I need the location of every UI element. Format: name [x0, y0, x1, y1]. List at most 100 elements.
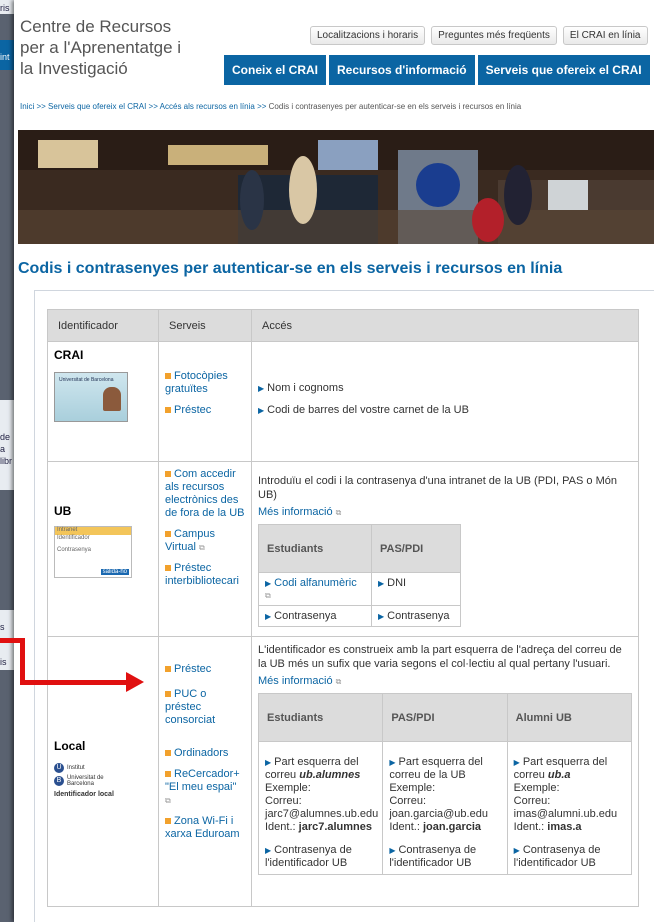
id-name: UB: [54, 504, 72, 518]
sub-header: Estudiants: [258, 524, 372, 573]
external-link-icon: ⧉: [265, 591, 271, 600]
arrow-icon: ▶: [265, 612, 272, 621]
sub-cell: ▶ Contrasenya: [258, 605, 372, 627]
bullet-icon: [165, 750, 171, 757]
breadcrumb-link[interactable]: Serveis que ofereix el CRAI: [48, 102, 146, 111]
logo-line: Centre de Recursos: [20, 17, 172, 36]
service-item[interactable]: Ordinadors: [165, 747, 245, 760]
nav-serveis[interactable]: Serveis que ofereix el CRAI: [477, 55, 650, 85]
example-label: Exemple:: [513, 782, 560, 794]
top-links: Localitzacions i horaris Preguntes més f…: [310, 26, 648, 45]
external-link-icon: ⧉: [335, 677, 342, 686]
access-cell: Introduïu el codi i la contrasenya d'una…: [251, 461, 639, 637]
arrow-icon: ▶: [389, 758, 396, 767]
mail-label: Correu:: [389, 795, 427, 807]
service-item[interactable]: Préstec: [165, 404, 245, 417]
service-label: Campus Virtual: [165, 528, 215, 553]
sub-header: Estudiants: [257, 693, 384, 742]
ident-label: Ident.:: [265, 821, 296, 833]
pw-text: Contrasenya de l'identificador UB: [389, 844, 477, 869]
service-item[interactable]: Com accedir als recursos electrònics des…: [165, 468, 245, 520]
col-acces: Accés: [251, 309, 639, 342]
ident-value: imas.a: [547, 821, 582, 833]
bullet-icon: [165, 691, 171, 698]
page-title: Codis i contrasenyes per autenticar-se e…: [18, 260, 563, 277]
id-cell-ub: UB Intranet Identificador Contrasenya sa…: [47, 461, 159, 637]
more-info[interactable]: Més informació ⧉: [258, 506, 632, 518]
toplink-preguntes[interactable]: Preguntes més freqüents: [431, 26, 557, 45]
service-item[interactable]: PUC o préstec consorciat: [165, 688, 245, 727]
arrow-icon: ▶: [265, 758, 272, 767]
bg-text: s: [0, 622, 5, 632]
services-cell: Fotocòpies gratuïtes Préstec: [158, 341, 252, 462]
more-info-link[interactable]: Més informació: [258, 506, 333, 518]
service-item[interactable]: Zona Wi-Fi i xarxa Eduroam: [165, 815, 245, 841]
local-col-cell: ▶ Part esquerra del correu ub.alumnes Exe…: [257, 741, 384, 875]
mail-label: Correu:: [513, 795, 551, 807]
service-item[interactable]: Préstec interbibliotecari: [165, 562, 245, 588]
service-label: Préstec: [174, 663, 212, 675]
col-serveis: Serveis: [158, 309, 252, 342]
codes-table: Identificador Serveis Accés CRAI Univers…: [47, 309, 639, 907]
service-item[interactable]: ReCercador+ "El meu espai" ⧉: [165, 768, 245, 807]
arrow-icon: ▶: [378, 579, 385, 588]
bullet-icon: [165, 771, 171, 778]
table-row: CRAI Universitat de Barcelona Fotocòpies…: [47, 341, 639, 462]
breadcrumb-link[interactable]: Inici: [20, 102, 34, 111]
crai-page: Centre de Recursos per a l'Aprenentatge …: [14, 0, 654, 922]
bg-text: de: [0, 432, 11, 442]
rule-suffix: ub.alumnes: [299, 769, 361, 781]
annotation-arrow-line: [20, 638, 25, 684]
toplink-crai-en-linia[interactable]: El CRAI en línia: [562, 26, 648, 45]
ident-label: Ident.:: [513, 821, 545, 833]
arrow-icon: ▶: [389, 846, 396, 855]
ident-line: Ident.: imas.a: [514, 821, 625, 834]
arrow-icon: ▶: [265, 846, 272, 855]
local-sub-table: Estudiants PAS/PDI Alumni UB ▶ Part esque…: [257, 693, 633, 875]
nav-coneix[interactable]: Coneix el CRAI: [224, 55, 327, 85]
nav-recursos[interactable]: Recursos d'informació: [329, 55, 475, 85]
intranet-title: Intranet: [55, 527, 131, 535]
services-list: Com accedir als recursos electrònics des…: [165, 468, 245, 588]
bg-text: int: [0, 52, 10, 62]
local-logo: U Institut B Universitat de Barcelona Iden…: [54, 763, 132, 798]
service-item[interactable]: Fotocòpies gratuïtes: [165, 370, 245, 396]
ident-line: Ident.: joan.garcia: [389, 821, 500, 834]
external-link-icon: ⧉: [165, 796, 171, 805]
bullet-icon: [165, 471, 171, 478]
card-photo: [103, 387, 121, 411]
arrow-icon: ▶: [513, 758, 520, 767]
service-label: Préstec interbibliotecari: [165, 562, 239, 587]
sub-header: Alumni UB: [506, 693, 633, 742]
ident-value: joan.garcia: [422, 821, 482, 833]
ident-label: Ident.:: [389, 821, 420, 833]
codi-link[interactable]: Codi alfanumèric: [274, 577, 357, 589]
bg-text: is: [0, 657, 7, 667]
bullet-icon: [165, 666, 171, 673]
sub-value: DNI: [387, 577, 407, 589]
more-info-link[interactable]: Més informació: [258, 675, 333, 687]
id-name: Local: [54, 739, 86, 753]
rule-text: Part esquerra del correu de la UB: [389, 756, 483, 781]
sub-header: PAS/PDI: [382, 693, 508, 742]
mail-value: jarc7@alumnes.ub.edu: [265, 808, 379, 820]
intranet-button: salida-ho: [100, 569, 129, 575]
breadcrumb-sep: >>: [257, 102, 267, 111]
service-item[interactable]: Campus Virtual ⧉: [165, 528, 245, 554]
crai-logo[interactable]: Centre de Recursos per a l'Aprenentatge …: [20, 16, 181, 79]
services-list: Fotocòpies gratuïtes Préstec: [165, 370, 245, 417]
sub-cell: ▶ DNI: [371, 572, 461, 606]
breadcrumb-link[interactable]: Accés als recursos en línia: [160, 102, 255, 111]
arrow-icon: ▶: [513, 846, 520, 855]
rule-suffix: ub.a: [547, 769, 571, 781]
toplink-localitzacions[interactable]: Localitzacions i horaris: [310, 26, 426, 45]
breadcrumb: Inici >> Serveis que ofereix el CRAI >> …: [20, 102, 521, 111]
content-panel: Identificador Serveis Accés CRAI Univers…: [34, 290, 654, 922]
access-item: ▶ Codi de barres del vostre carnet de la …: [258, 404, 632, 416]
service-item[interactable]: Préstec: [165, 663, 245, 676]
intranet-id-label: Identificador: [57, 535, 90, 541]
more-info[interactable]: Més informació ⧉: [258, 675, 632, 687]
service-label: PUC o préstec consorciat: [165, 688, 216, 726]
main-nav: Coneix el CRAI Recursos d'informació Ser…: [224, 55, 650, 85]
services-cell: Com accedir als recursos electrònics des…: [158, 461, 252, 637]
